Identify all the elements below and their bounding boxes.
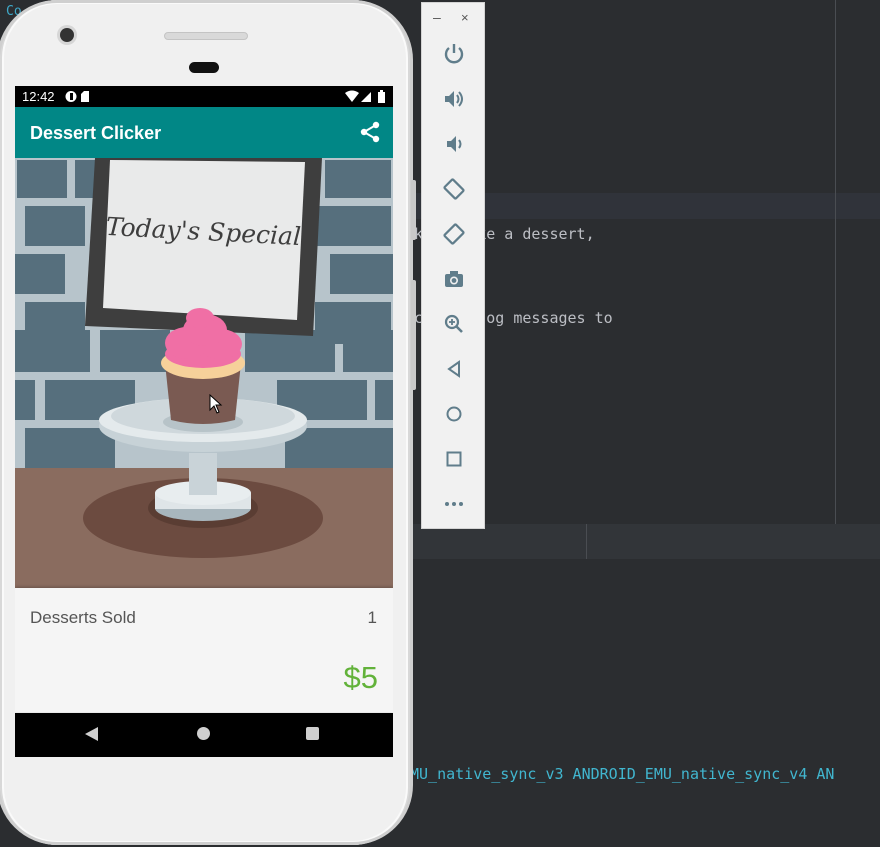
volume-side-button[interactable] bbox=[411, 280, 416, 390]
back-icon[interactable] bbox=[442, 357, 466, 381]
emulator-toolbar: – × bbox=[421, 2, 485, 529]
volume-down-icon[interactable] bbox=[442, 132, 466, 156]
phone-screen: 12:42 Dessert Clicker Today's Special De… bbox=[15, 86, 393, 757]
sales-card: Desserts Sold 1 $5 bbox=[15, 588, 393, 712]
minimize-button[interactable]: – bbox=[433, 9, 441, 25]
share-icon[interactable] bbox=[359, 121, 381, 143]
home-icon[interactable] bbox=[442, 402, 466, 426]
status-bar: 12:42 bbox=[15, 86, 393, 107]
desserts-sold-count: 1 bbox=[367, 608, 377, 627]
status-signal-battery-icons bbox=[345, 90, 385, 103]
app-title: Dessert Clicker bbox=[30, 123, 162, 143]
mouse-cursor-icon bbox=[209, 394, 223, 414]
nav-back-icon[interactable] bbox=[85, 727, 98, 741]
app-bar: Dessert Clicker bbox=[15, 107, 393, 158]
revenue-amount: $5 bbox=[343, 660, 378, 695]
desserts-sold-label: Desserts Sold bbox=[30, 608, 136, 627]
dessert-illustration: Today's Special bbox=[15, 158, 393, 588]
more-icon[interactable] bbox=[442, 492, 466, 516]
rotate-right-icon[interactable] bbox=[442, 222, 466, 246]
power-side-button[interactable] bbox=[411, 180, 416, 240]
nav-recents-icon[interactable] bbox=[306, 727, 319, 740]
log-line[interactable]: MU_native_sync_v3 ANDROID_EMU_native_syn… bbox=[410, 765, 834, 783]
camera-icon[interactable] bbox=[442, 267, 466, 291]
power-icon[interactable] bbox=[442, 42, 466, 66]
navigation-bar bbox=[15, 713, 393, 757]
close-button[interactable]: × bbox=[461, 10, 469, 25]
ide-divider bbox=[586, 524, 587, 559]
phone-frame: 12:42 Dessert Clicker Today's Special De… bbox=[0, 0, 416, 845]
front-camera bbox=[60, 28, 74, 42]
top-speaker bbox=[164, 32, 248, 40]
nav-home-icon[interactable] bbox=[197, 727, 210, 740]
volume-up-icon[interactable] bbox=[442, 87, 466, 111]
earpiece bbox=[189, 62, 219, 73]
status-notification-icons bbox=[65, 91, 89, 102]
overview-icon[interactable] bbox=[442, 447, 466, 471]
zoom-icon[interactable] bbox=[442, 312, 466, 336]
rotate-left-icon[interactable] bbox=[442, 177, 466, 201]
status-time: 12:42 bbox=[22, 89, 55, 104]
ide-margin-line bbox=[835, 0, 836, 524]
